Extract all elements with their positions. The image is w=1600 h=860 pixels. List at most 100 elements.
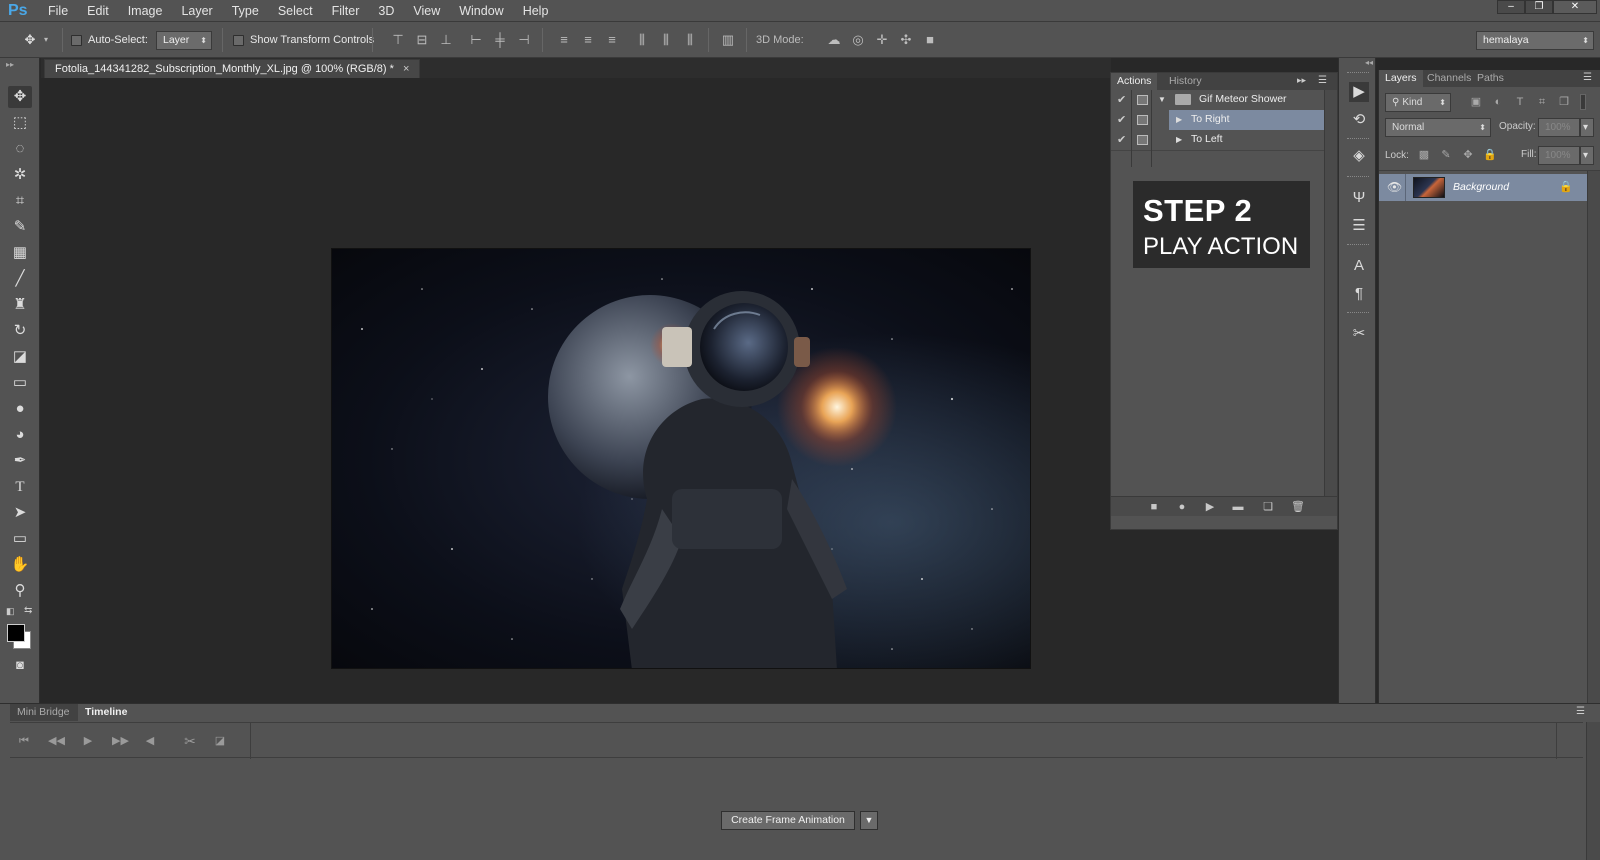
- menu-3d[interactable]: 3D: [378, 0, 394, 22]
- expand-right-icon[interactable]: ▶: [1176, 135, 1182, 144]
- menu-help[interactable]: Help: [523, 0, 549, 22]
- toggle-check-icon[interactable]: ✔: [1117, 93, 1126, 106]
- minimize-button[interactable]: –: [1497, 0, 1525, 14]
- expand-down-icon[interactable]: ▼: [1158, 95, 1166, 104]
- color-panel-icon[interactable]: ◈: [1349, 146, 1369, 166]
- align-right-icon[interactable]: ⊣: [516, 32, 532, 48]
- new-action-icon[interactable]: ❏: [1261, 500, 1275, 514]
- move-tool-preset-icon[interactable]: ✥: [22, 32, 38, 48]
- 3d-slide-icon[interactable]: ✣: [898, 32, 914, 48]
- dialog-toggle-icon[interactable]: [1137, 135, 1148, 145]
- eyedropper-tool-icon[interactable]: ✎: [8, 216, 32, 238]
- dock-grip[interactable]: [1347, 176, 1369, 178]
- swap-colors-icon[interactable]: ⇆: [24, 605, 32, 616]
- magic-wand-tool-icon[interactable]: ✲: [8, 164, 32, 186]
- 3d-orbit-icon[interactable]: ☁: [826, 32, 842, 48]
- tab-actions[interactable]: Actions: [1111, 73, 1158, 90]
- filter-shape-icon[interactable]: ⌗: [1535, 95, 1549, 109]
- align-vertical-center-icon[interactable]: ⊟: [414, 32, 430, 48]
- clone-stamp-tool-icon[interactable]: ♜: [8, 294, 32, 316]
- menu-file[interactable]: File: [48, 0, 68, 22]
- tab-timeline[interactable]: Timeline: [78, 704, 136, 721]
- dock-grip[interactable]: [1347, 312, 1369, 314]
- record-icon[interactable]: ●: [1175, 500, 1189, 514]
- distribute-horizontal-center-icon[interactable]: ⫼: [658, 32, 674, 48]
- actions-panel-icon[interactable]: ▶: [1349, 82, 1369, 102]
- filter-adjustment-icon[interactable]: ◐: [1491, 95, 1505, 109]
- trash-icon[interactable]: 🗑: [1291, 500, 1305, 514]
- menu-image[interactable]: Image: [128, 0, 163, 22]
- zoom-tool-icon[interactable]: ⚲: [8, 580, 32, 602]
- menu-select[interactable]: Select: [278, 0, 313, 22]
- default-colors-icon[interactable]: ◧: [6, 606, 15, 617]
- show-transform-controls-checkbox[interactable]: [233, 35, 244, 46]
- panel-menu-icon[interactable]: ☰: [1576, 706, 1585, 717]
- actions-scrollbar[interactable]: [1324, 90, 1337, 496]
- menu-window[interactable]: Window: [459, 0, 503, 22]
- action-row-to-right[interactable]: ✔ ▶ To Right: [1111, 110, 1325, 130]
- expand-right-icon[interactable]: ▶: [1176, 115, 1182, 124]
- healing-brush-tool-icon[interactable]: ▦: [8, 242, 32, 264]
- history-panel-icon[interactable]: ⟲: [1349, 110, 1369, 130]
- play-selection-icon[interactable]: ▶: [1203, 500, 1217, 514]
- filter-pixel-icon[interactable]: ▣: [1469, 95, 1483, 109]
- 3d-scale-icon[interactable]: ■: [922, 32, 938, 48]
- layer-thumbnail[interactable]: [1413, 177, 1445, 198]
- foreground-color-swatch[interactable]: [7, 624, 25, 642]
- create-mode-dropdown-button[interactable]: ▼: [860, 811, 878, 830]
- create-frame-animation-button[interactable]: Create Frame Animation: [721, 811, 855, 830]
- timeline-scrollbar[interactable]: [1586, 722, 1600, 860]
- blur-tool-icon[interactable]: ●: [8, 398, 32, 420]
- align-top-icon[interactable]: ⊤: [390, 32, 406, 48]
- distribute-top-icon[interactable]: ≡: [556, 32, 572, 48]
- brush-panel-icon[interactable]: Ψ: [1349, 188, 1369, 208]
- tool-presets-panel-icon[interactable]: ✂: [1349, 324, 1369, 344]
- distribute-left-icon[interactable]: ⫼: [634, 32, 650, 48]
- lock-transparent-icon[interactable]: ▩: [1417, 148, 1431, 162]
- align-left-icon[interactable]: ⊢: [468, 32, 484, 48]
- adjustments-panel-icon[interactable]: ☰: [1349, 216, 1369, 236]
- dialog-toggle-icon[interactable]: [1137, 95, 1148, 105]
- rectangle-tool-icon[interactable]: ▭: [8, 528, 32, 550]
- menu-layer[interactable]: Layer: [181, 0, 212, 22]
- crop-tool-icon[interactable]: ⌗: [8, 190, 32, 212]
- character-panel-icon[interactable]: A: [1349, 256, 1369, 276]
- tab-layers[interactable]: Layers: [1379, 70, 1423, 87]
- 3d-roll-icon[interactable]: ◎: [850, 32, 866, 48]
- split-scissors-icon[interactable]: ✂: [182, 733, 198, 749]
- audio-icon[interactable]: ◀: [142, 733, 158, 749]
- visibility-eye-icon[interactable]: 👁: [1387, 180, 1402, 194]
- dock-grip[interactable]: [1347, 138, 1369, 140]
- dock-grip[interactable]: [1347, 72, 1369, 74]
- hand-tool-icon[interactable]: ✋: [8, 554, 32, 576]
- menu-type[interactable]: Type: [232, 0, 259, 22]
- first-frame-icon[interactable]: ⏮: [16, 733, 32, 749]
- type-tool-icon[interactable]: T: [8, 476, 32, 498]
- panel-menu-icon[interactable]: ☰: [1318, 75, 1327, 86]
- action-set-row[interactable]: ✔ ▼ Gif Meteor Shower: [1111, 90, 1325, 110]
- menu-edit[interactable]: Edit: [87, 0, 109, 22]
- close-document-icon[interactable]: ×: [403, 63, 409, 75]
- paragraph-panel-icon[interactable]: ¶: [1349, 284, 1369, 304]
- path-selection-tool-icon[interactable]: ➤: [8, 502, 32, 524]
- lock-image-icon[interactable]: ✎: [1439, 148, 1453, 162]
- stop-recording-icon[interactable]: ■: [1147, 500, 1161, 514]
- close-window-button[interactable]: ✕: [1553, 0, 1597, 14]
- move-tool-icon[interactable]: ✥: [8, 86, 32, 108]
- layers-scrollbar[interactable]: [1587, 171, 1600, 703]
- menu-filter[interactable]: Filter: [332, 0, 360, 22]
- distribute-vertical-center-icon[interactable]: ≡: [580, 32, 596, 48]
- pen-tool-icon[interactable]: ✒: [8, 450, 32, 472]
- document-tab[interactable]: Fotolia_144341282_Subscription_Monthly_X…: [44, 59, 421, 78]
- fill-input[interactable]: 100%: [1538, 146, 1580, 165]
- filter-smart-object-icon[interactable]: ❐: [1557, 95, 1571, 109]
- collapse-panel-icon[interactable]: ▸▸: [1297, 75, 1306, 86]
- document-image[interactable]: [331, 248, 1031, 669]
- toggle-check-icon[interactable]: ✔: [1117, 113, 1126, 126]
- panel-menu-icon[interactable]: ☰: [1583, 72, 1592, 83]
- play-icon[interactable]: ▶: [80, 733, 96, 749]
- expand-dock-icon[interactable]: ◂◂: [1365, 58, 1373, 67]
- transition-icon[interactable]: ◪: [212, 733, 228, 749]
- tab-mini-bridge[interactable]: Mini Bridge: [10, 704, 78, 721]
- align-bottom-icon[interactable]: ⊥: [438, 32, 454, 48]
